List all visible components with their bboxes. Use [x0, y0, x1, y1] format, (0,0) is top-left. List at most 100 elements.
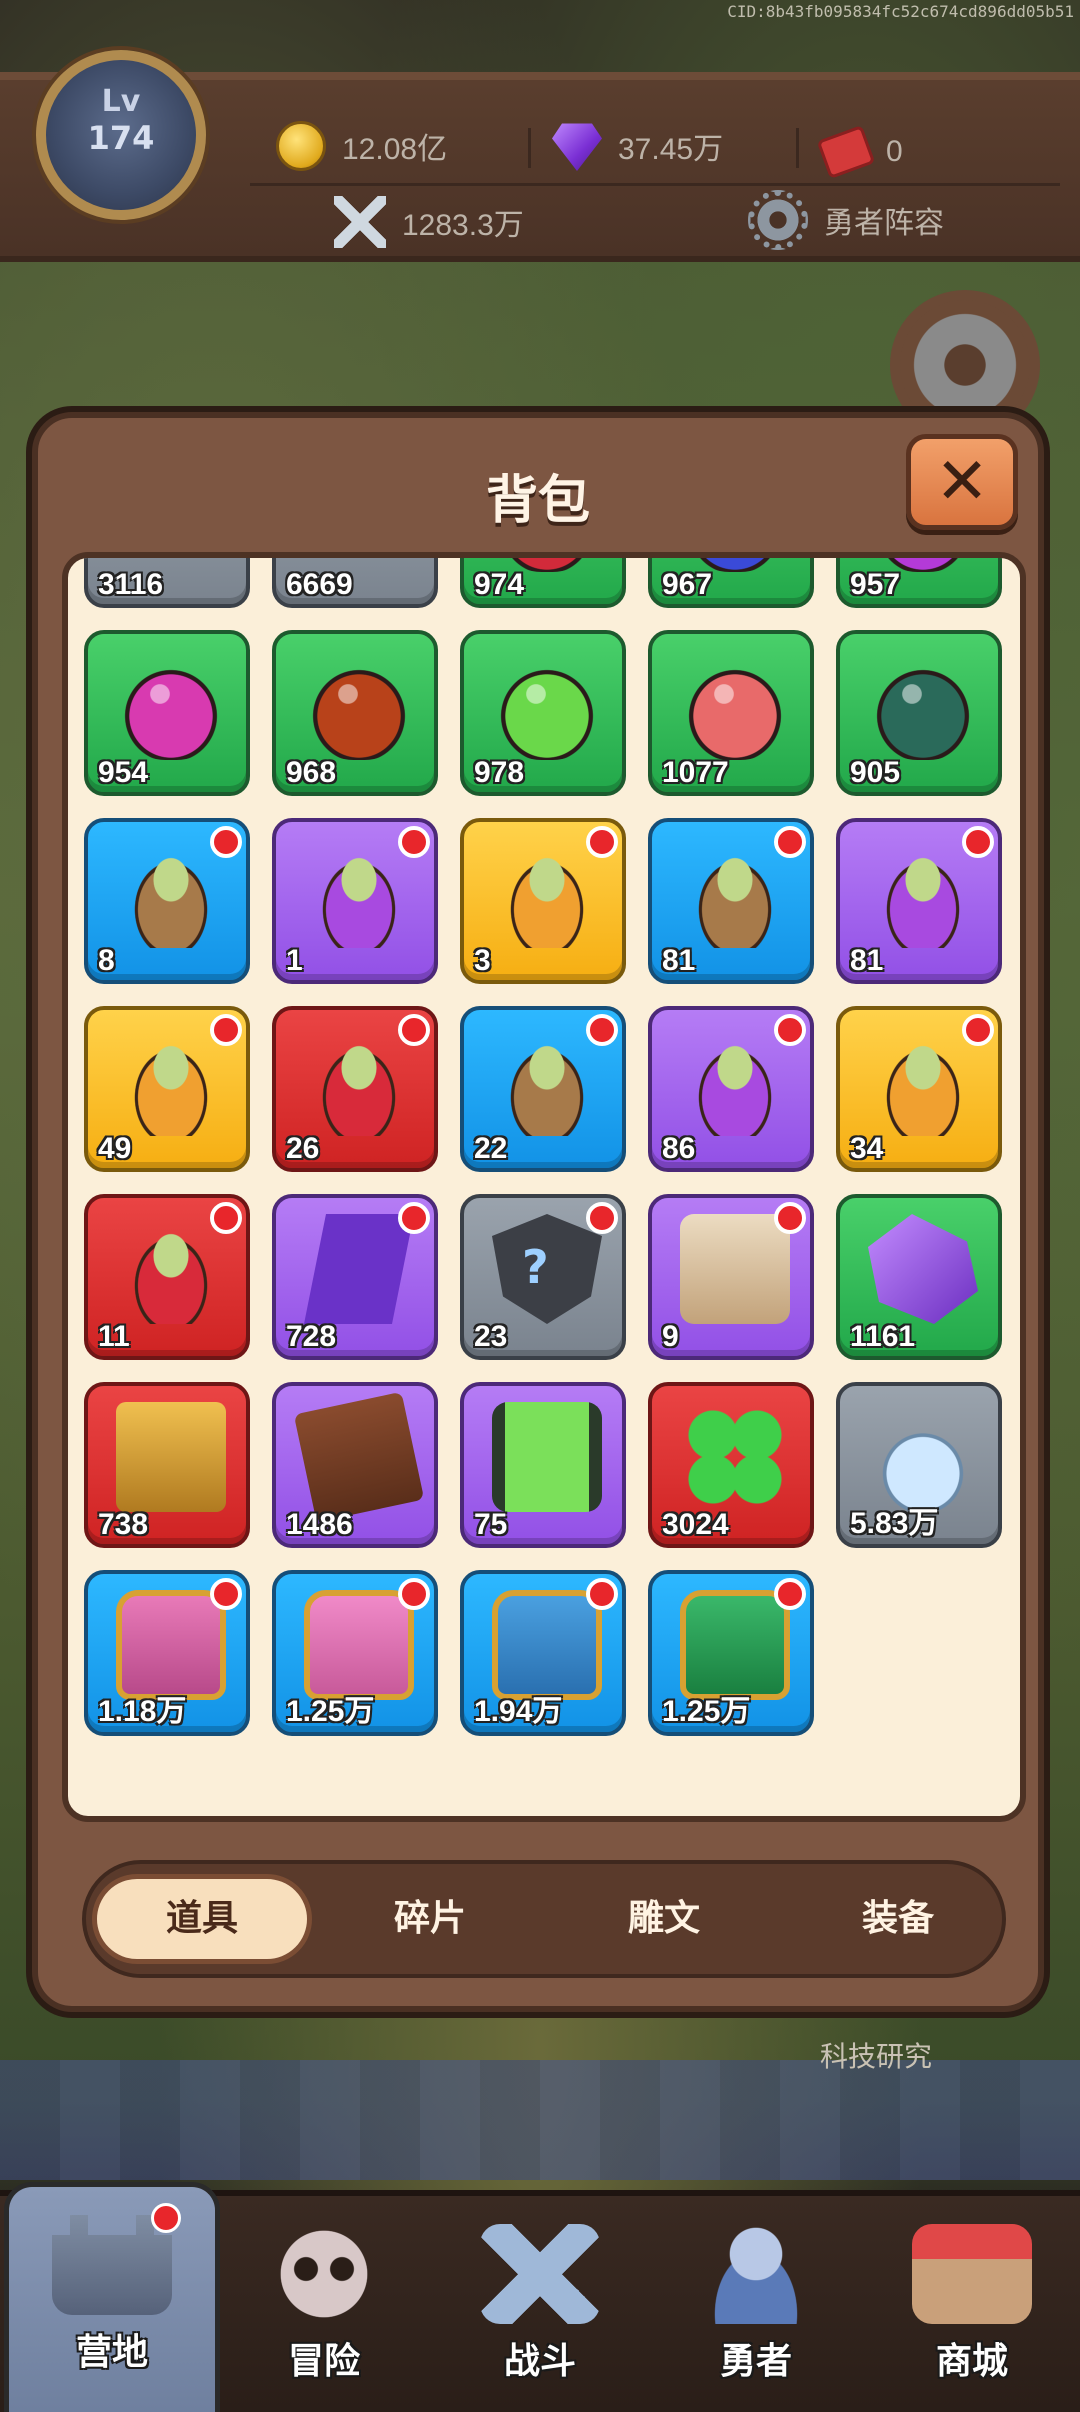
purple-gem-icon — [552, 123, 602, 171]
inventory-item[interactable]: 1486 — [272, 1382, 438, 1548]
item-quantity: 3024 — [662, 1508, 729, 1541]
currency-separator — [796, 128, 799, 168]
item-quantity: 1077 — [662, 756, 729, 789]
new-item-dot — [586, 1014, 618, 1046]
inventory-item[interactable]: 1.94万 — [460, 1570, 626, 1736]
inventory-item[interactable]: 905 — [836, 630, 1002, 796]
nav-camp[interactable]: 营地 — [4, 2182, 220, 2412]
inventory-item[interactable]: 5.83万 — [836, 1382, 1002, 1548]
inventory-item[interactable]: 968 — [272, 630, 438, 796]
item-quantity: 81 — [850, 944, 884, 977]
player-level-badge[interactable]: Lv 174 — [36, 50, 206, 220]
inventory-item[interactable]: 954 — [84, 630, 250, 796]
golden-block-chest-icon — [116, 1402, 226, 1512]
bag-modal: 背包 ✕ 3116 6669 974 967 957 954 968 978 1077 905 8 1… — [32, 412, 1044, 2012]
loot-bag-icon — [116, 1026, 226, 1136]
new-item-dot — [962, 826, 994, 858]
inventory-item[interactable]: 22 — [460, 1006, 626, 1172]
item-quantity: 3 — [474, 944, 491, 977]
item-quantity: 34 — [850, 1132, 884, 1165]
loot-bag-icon — [868, 1026, 978, 1136]
inventory-item[interactable]: 6669 — [272, 558, 438, 608]
item-quantity: 728 — [286, 1320, 337, 1353]
new-item-dot — [210, 1578, 242, 1610]
new-item-dot — [210, 1014, 242, 1046]
inventory-item[interactable]: 967 — [648, 558, 814, 608]
inventory-item[interactable]: 9 — [648, 1194, 814, 1360]
inventory-item[interactable]: 3024 — [648, 1382, 814, 1548]
crossed-swords-icon — [334, 196, 386, 248]
loot-bag-icon — [868, 838, 978, 948]
inventory-item[interactable]: 1161 — [836, 1194, 1002, 1360]
item-quantity: 1 — [286, 944, 303, 977]
inventory-item[interactable]: 81 — [836, 818, 1002, 984]
item-quantity: 49 — [98, 1132, 132, 1165]
nav-adventure[interactable]: 冒险 — [216, 2196, 432, 2412]
inventory-item[interactable]: 49 — [84, 1006, 250, 1172]
treasure-chest-icon — [492, 1590, 602, 1700]
new-item-dot — [774, 1202, 806, 1234]
inventory-item[interactable]: 11 — [84, 1194, 250, 1360]
new-item-dot — [586, 826, 618, 858]
empty-bottle-icon — [868, 1402, 978, 1512]
new-item-dot — [962, 1014, 994, 1046]
item-quantity: 1.94万 — [474, 1695, 563, 1728]
inventory-item[interactable]: 75 — [460, 1382, 626, 1548]
gold-counter[interactable]: 12.08亿 — [276, 118, 447, 174]
inventory-item[interactable]: 1077 — [648, 630, 814, 796]
inventory-item[interactable]: 34 — [836, 1006, 1002, 1172]
bag-title: 背包 — [485, 471, 590, 531]
inventory-item[interactable]: 1.18万 — [84, 1570, 250, 1736]
tab-fragments[interactable]: 碎片 — [320, 1874, 540, 1964]
inventory-item[interactable]: 1.25万 — [272, 1570, 438, 1736]
new-item-dot — [774, 826, 806, 858]
tech-research-label[interactable]: 科技研究 — [820, 2035, 932, 2075]
gem-counter[interactable]: 37.45万 — [552, 118, 723, 174]
item-quantity: 75 — [474, 1508, 508, 1541]
status-divider — [250, 183, 1060, 186]
hero-lineup-button[interactable]: 勇者阵容 — [748, 190, 944, 250]
inventory-item[interactable]: ? 23 — [460, 1194, 626, 1360]
inventory-item[interactable]: 974 — [460, 558, 626, 608]
treasure-chest-icon — [116, 1590, 226, 1700]
treasure-chest-icon — [680, 1590, 790, 1700]
item-quantity: 86 — [662, 1132, 696, 1165]
tome-icon — [293, 1391, 425, 1523]
inventory-item[interactable]: 3116 — [84, 558, 250, 608]
gem-value: 37.45万 — [618, 133, 724, 166]
inventory-item[interactable]: 81 — [648, 818, 814, 984]
inventory-item[interactable]: 978 — [460, 630, 626, 796]
ticket-counter[interactable]: 0 — [816, 124, 903, 180]
item-quantity: 1.25万 — [662, 1695, 751, 1728]
item-quantity: 957 — [850, 568, 901, 601]
nav-heroes[interactable]: 勇者 — [648, 2196, 864, 2412]
inventory-item[interactable]: 738 — [84, 1382, 250, 1548]
inventory-item[interactable]: 8 — [84, 818, 250, 984]
inventory-item[interactable]: 1 — [272, 818, 438, 984]
tab-items[interactable]: 道具 — [92, 1874, 312, 1964]
inventory-item[interactable]: 3 — [460, 818, 626, 984]
four-leaf-clover-icon — [680, 1402, 790, 1512]
mystery-fragment-icon — [304, 1214, 414, 1324]
inventory-panel[interactable]: 3116 6669 974 967 957 954 968 978 1077 905 8 1 3 81 81… — [62, 552, 1026, 1822]
tab-equipment[interactable]: 装备 — [788, 1874, 1008, 1964]
nav-shop[interactable]: 商城 — [864, 2196, 1080, 2412]
gold-value: 12.08亿 — [342, 133, 448, 166]
ground-path — [0, 2060, 1080, 2180]
nav-battle[interactable]: 战斗 — [432, 2196, 648, 2412]
inventory-item[interactable]: 957 — [836, 558, 1002, 608]
loot-bag-icon — [116, 838, 226, 948]
item-quantity: 1.18万 — [98, 1695, 187, 1728]
new-item-dot — [774, 1578, 806, 1610]
inventory-item[interactable]: 26 — [272, 1006, 438, 1172]
inventory-item[interactable]: 86 — [648, 1006, 814, 1172]
gears-icon — [748, 190, 808, 250]
inventory-item[interactable]: 1.25万 — [648, 1570, 814, 1736]
item-quantity: 11 — [98, 1320, 130, 1353]
tab-glyphs[interactable]: 雕文 — [554, 1874, 774, 1964]
close-button[interactable]: ✕ — [906, 434, 1018, 530]
item-quantity: 23 — [474, 1320, 508, 1353]
item-quantity: 6669 — [286, 568, 353, 601]
inventory-item[interactable]: 728 — [272, 1194, 438, 1360]
bag-tab-bar: 道具 碎片 雕文 装备 — [82, 1860, 1006, 1978]
